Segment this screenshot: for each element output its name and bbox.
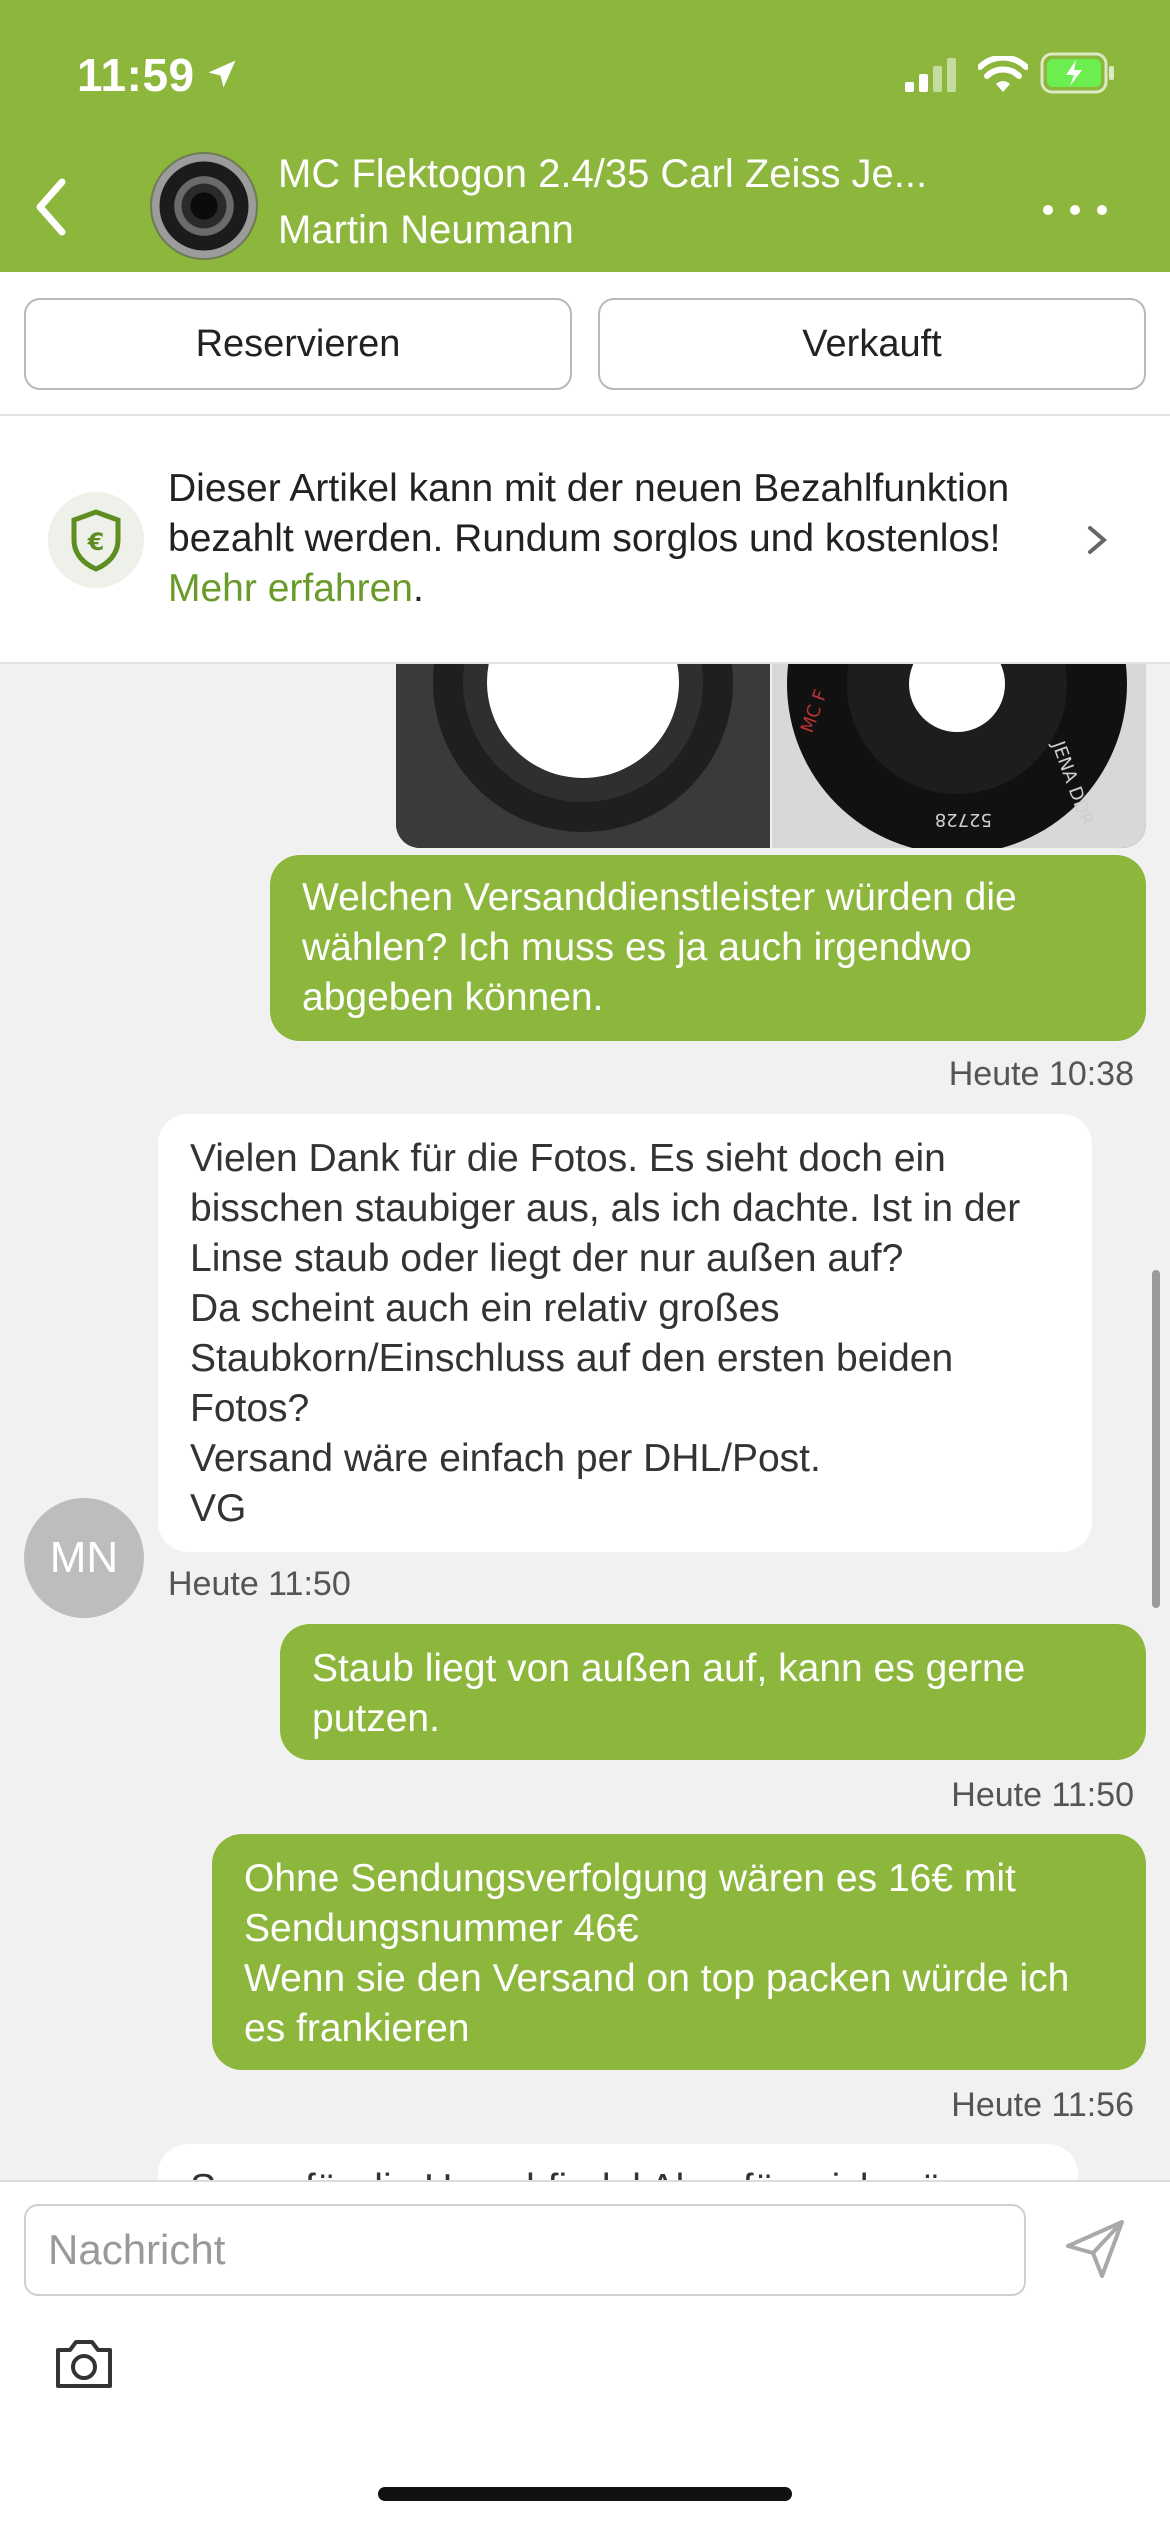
listing-title[interactable]: MC Flektogon 2.4/35 Carl Zeiss Je... <box>278 152 927 197</box>
wifi-icon <box>978 56 1028 92</box>
battery-icon <box>1040 52 1114 94</box>
message-bubble-incoming[interactable]: Vielen Dank für die Fotos. Es sieht doch… <box>158 1114 1092 1552</box>
listing-thumbnail[interactable] <box>150 152 258 260</box>
message-bubble-outgoing[interactable]: Staub liegt von außen auf, kann es gerne… <box>280 1624 1146 1760</box>
lens-photo-1[interactable] <box>396 664 770 848</box>
chat-scrollbar[interactable] <box>1152 1270 1160 1608</box>
message-timestamp: Heute 10:38 <box>948 1055 1134 1093</box>
more-options-icon[interactable] <box>1040 200 1110 220</box>
message-bubble-outgoing[interactable]: Welchen Versanddienstleister würden die … <box>270 855 1146 1041</box>
message-timestamp: Heute 11:50 <box>168 1565 351 1603</box>
send-icon[interactable] <box>1062 2216 1128 2282</box>
svg-text:€: € <box>87 528 105 556</box>
message-input[interactable]: Nachricht <box>24 2204 1026 2296</box>
signal-icon <box>905 58 956 92</box>
learn-more-link[interactable]: Mehr erfahren <box>168 567 413 610</box>
user-avatar[interactable]: MN <box>24 1498 144 1618</box>
camera-icon[interactable] <box>52 2336 116 2392</box>
home-indicator <box>378 2487 792 2501</box>
seller-name[interactable]: Martin Neumann <box>278 208 574 253</box>
lens-photo-2[interactable]: JENA DDR 52728 MC F <box>772 664 1146 848</box>
banner-text: Dieser Artikel kann mit der neuen Bezahl… <box>168 464 1028 614</box>
banner-tail: . <box>412 567 424 610</box>
shield-euro-icon: € <box>48 492 144 588</box>
sold-button[interactable]: Verkauft <box>598 298 1146 390</box>
location-arrow-icon <box>208 60 236 88</box>
back-chevron-icon[interactable] <box>20 172 80 242</box>
chevron-right-icon[interactable] <box>1082 520 1112 560</box>
reserve-button[interactable]: Reservieren <box>24 298 572 390</box>
lens-engraving-2: 52728 <box>935 809 992 830</box>
banner-body: Dieser Artikel kann mit der neuen Bezahl… <box>168 467 1010 560</box>
message-timestamp: Heute 11:50 <box>951 1776 1134 1814</box>
message-timestamp: Heute 11:56 <box>951 2086 1134 2124</box>
message-bubble-outgoing[interactable]: Ohne Sendungsverfolgung wären es 16€ mit… <box>212 1834 1146 2070</box>
status-time: 11:59 <box>77 49 195 101</box>
